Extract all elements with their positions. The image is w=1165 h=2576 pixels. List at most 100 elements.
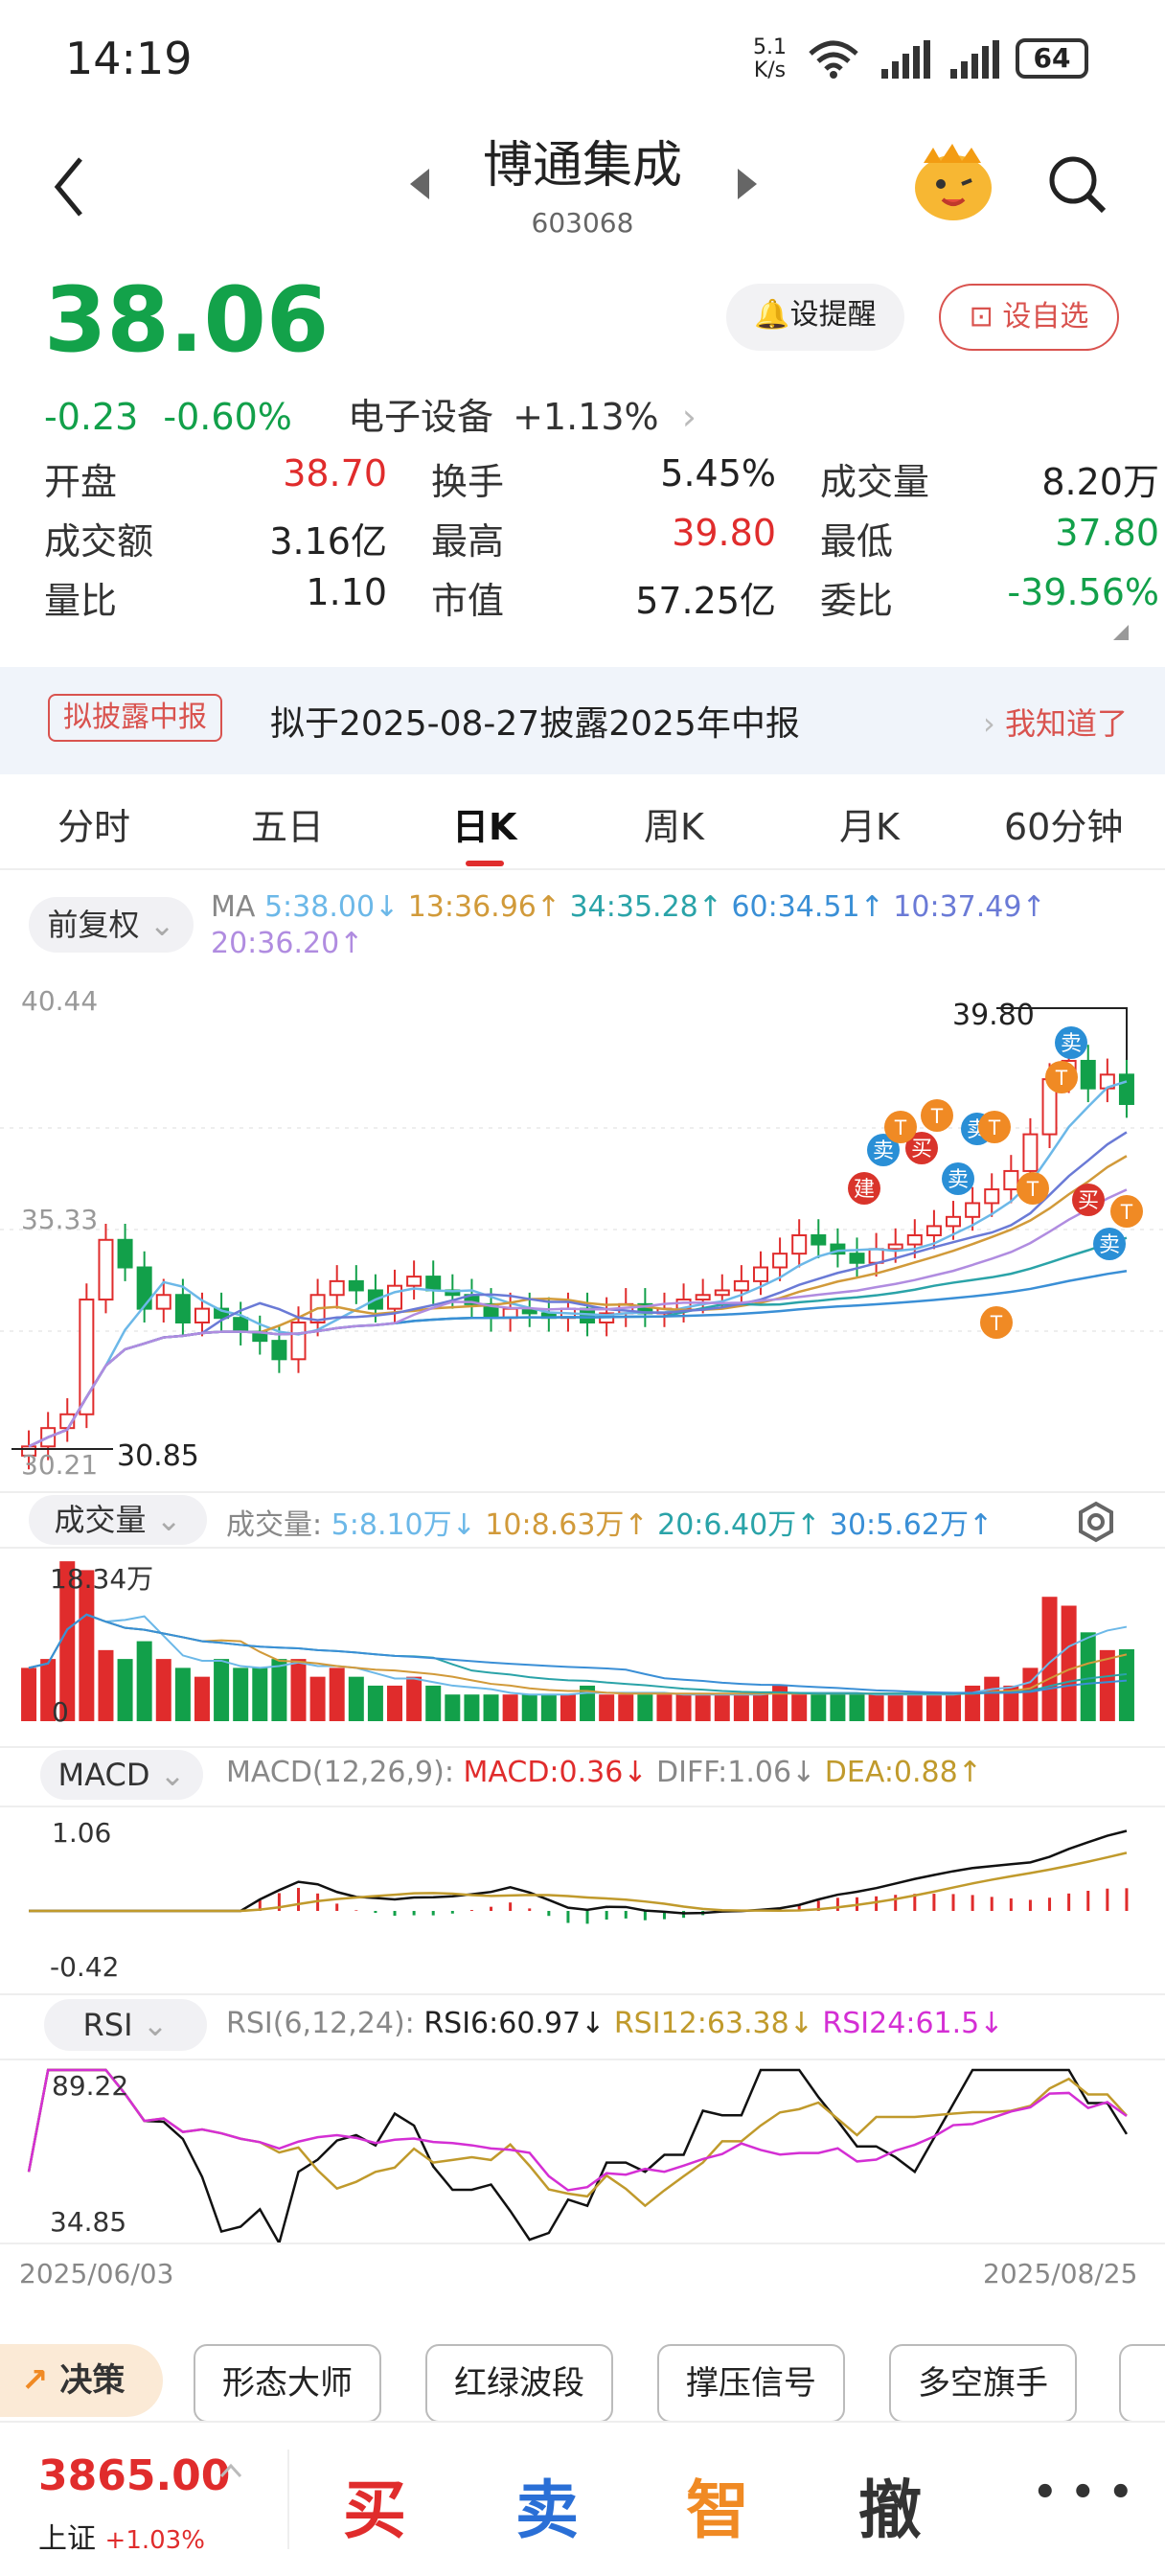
volume-bar xyxy=(136,1641,152,1721)
candle-body xyxy=(233,1317,249,1333)
decision-label: 决策 xyxy=(59,2361,126,2400)
macd-params: MACD(12,26,9): xyxy=(226,1756,454,1789)
candle-body xyxy=(406,1276,423,1287)
macd-bottom: -0.42 xyxy=(50,1951,120,1983)
more-icon[interactable]: • • • xyxy=(1033,2471,1133,2515)
smart-button[interactable]: 智 xyxy=(686,2459,749,2551)
candle-body xyxy=(868,1248,884,1264)
set-alert-button[interactable]: 🔔设提醒 xyxy=(726,284,904,351)
trade-marker-label: T xyxy=(930,1104,943,1128)
macd-legend: MACD(12,26,9): MACD:0.36↓ DIFF:1.06↓ DEA… xyxy=(226,1756,982,1789)
network-speed: 5.1 K/s xyxy=(753,36,787,82)
candle-body xyxy=(271,1340,287,1361)
candle-body xyxy=(887,1243,903,1251)
candle-body xyxy=(117,1238,133,1269)
macd-chart[interactable] xyxy=(0,1807,1165,1984)
tab-fiveday[interactable]: 五日 xyxy=(251,797,324,850)
tool-bull-bear-flag[interactable]: 多空旗手 xyxy=(889,2344,1077,2423)
sector-change[interactable]: +1.13% xyxy=(513,396,659,438)
divider xyxy=(0,1491,1165,1493)
chevron-down-icon: ⌄ xyxy=(146,1502,182,1538)
volume-bar xyxy=(445,1694,461,1721)
volume-bar xyxy=(925,1694,942,1721)
tool-support-resistance[interactable]: 撑压信号 xyxy=(657,2344,845,2423)
rsi-selector[interactable]: RSI ⌄ xyxy=(44,1999,207,2051)
tab-timeshare[interactable]: 分时 xyxy=(57,797,130,850)
volume-bar xyxy=(329,1668,345,1721)
tab-60min[interactable]: 60分钟 xyxy=(1004,797,1123,850)
ma-item: 13:36.96↑ xyxy=(407,890,561,924)
battery-icon: 64 xyxy=(1016,38,1088,79)
volume-bar xyxy=(425,1685,442,1721)
active-tab-indicator xyxy=(466,861,504,866)
candle-body xyxy=(906,1233,923,1246)
notice-text: 拟于2025-08-27披露2025年中报 xyxy=(270,704,800,744)
volume-bar xyxy=(675,1694,692,1721)
cancel-order-button[interactable]: 撤 xyxy=(858,2459,922,2551)
quote-value: 57.25亿 xyxy=(635,580,776,622)
quote-value: 39.80 xyxy=(672,512,776,554)
decision-button[interactable]: ↗ 决策 xyxy=(0,2344,163,2417)
volume-ma-line xyxy=(28,1613,1128,1695)
notice-dismiss[interactable]: › 我知道了 xyxy=(983,700,1128,744)
add-watchlist-label: 设自选 xyxy=(1002,300,1089,334)
next-stock-icon[interactable] xyxy=(736,165,761,203)
chevron-right-icon[interactable]: › xyxy=(682,396,697,438)
tool-more-partial[interactable] xyxy=(1119,2344,1165,2423)
ma-item: 60:34.51↑ xyxy=(731,890,884,924)
sector-name[interactable]: 电子设备 xyxy=(348,396,493,438)
divider xyxy=(0,868,1165,870)
candle-body xyxy=(1003,1169,1019,1191)
volume-bar xyxy=(849,1694,865,1721)
ma-label: MA xyxy=(211,890,256,924)
trade-marker-label: T xyxy=(1055,1066,1067,1090)
candle-body xyxy=(174,1294,191,1323)
rsi-chart[interactable] xyxy=(0,2060,1165,2242)
volume-bar xyxy=(502,1694,518,1721)
status-time: 14:19 xyxy=(65,33,193,84)
tool-red-green-band[interactable]: 红绿波段 xyxy=(425,2344,613,2423)
volume-chart[interactable] xyxy=(0,1549,1165,1736)
candle-body xyxy=(98,1238,114,1301)
buy-button[interactable]: 买 xyxy=(343,2459,406,2551)
notice-dismiss-label: 我知道了 xyxy=(1004,705,1128,742)
trade-marker-label: 卖 xyxy=(948,1167,969,1191)
mascot-icon[interactable] xyxy=(910,142,996,224)
notice-bar[interactable]: 拟披露中报 拟于2025-08-27披露2025年中报 › 我知道了 xyxy=(0,667,1165,774)
volume-zero: 0 xyxy=(52,1696,69,1728)
candlestick-chart[interactable]: 建卖 买T T卖卖T卖TT 买卖TT xyxy=(0,976,1165,1484)
trade-marker-label: T xyxy=(894,1116,906,1139)
settings-icon[interactable] xyxy=(1075,1501,1117,1543)
divider xyxy=(0,1993,1165,1995)
watchlist-icon: ⊡ xyxy=(969,300,1003,334)
tab-weekly-k[interactable]: 周K xyxy=(644,797,704,850)
tool-pattern-master[interactable]: 形态大师 xyxy=(194,2344,381,2423)
volume-ma-line xyxy=(28,1613,1128,1695)
sell-button[interactable]: 卖 xyxy=(515,2459,579,2551)
down-arrow-icon: ↓ xyxy=(623,1756,648,1789)
date-start: 2025/06/03 xyxy=(19,2258,174,2289)
volume-bar xyxy=(98,1649,114,1721)
candle-body xyxy=(329,1279,345,1297)
search-icon[interactable] xyxy=(1046,153,1109,217)
y-axis-bottom: 30.21 xyxy=(21,1449,99,1481)
ma-item: 10:37.49↑ xyxy=(893,890,1046,924)
macd-selector[interactable]: MACD ⌄ xyxy=(40,1750,203,1800)
ma-line xyxy=(28,1080,1128,1448)
candle-body xyxy=(965,1202,981,1218)
index-value[interactable]: 3865.00 xyxy=(38,2451,230,2500)
tab-daily-k[interactable]: 日K xyxy=(452,797,516,850)
index-info[interactable]: 上证 +1.03% xyxy=(38,2515,205,2557)
candle-body xyxy=(925,1225,942,1236)
volume-bar xyxy=(309,1676,326,1721)
price-change-row: -0.23 -0.60% 电子设备 +1.13% › xyxy=(44,387,697,440)
volume-bar xyxy=(714,1694,730,1721)
volume-selector[interactable]: 成交量 ⌄ xyxy=(29,1495,207,1545)
tab-monthly-k[interactable]: 月K xyxy=(839,797,900,850)
rsi6-value: RSI6:60.97 xyxy=(423,2007,582,2040)
expand-corner-icon[interactable] xyxy=(1111,623,1131,642)
trade-marker-label: 买 xyxy=(1078,1188,1099,1212)
adjust-selector[interactable]: 前复权 ⌄ xyxy=(29,897,194,953)
trade-marker-label: 卖 xyxy=(1099,1232,1120,1256)
add-watchlist-button[interactable]: ⊡ 设自选 xyxy=(939,284,1119,351)
